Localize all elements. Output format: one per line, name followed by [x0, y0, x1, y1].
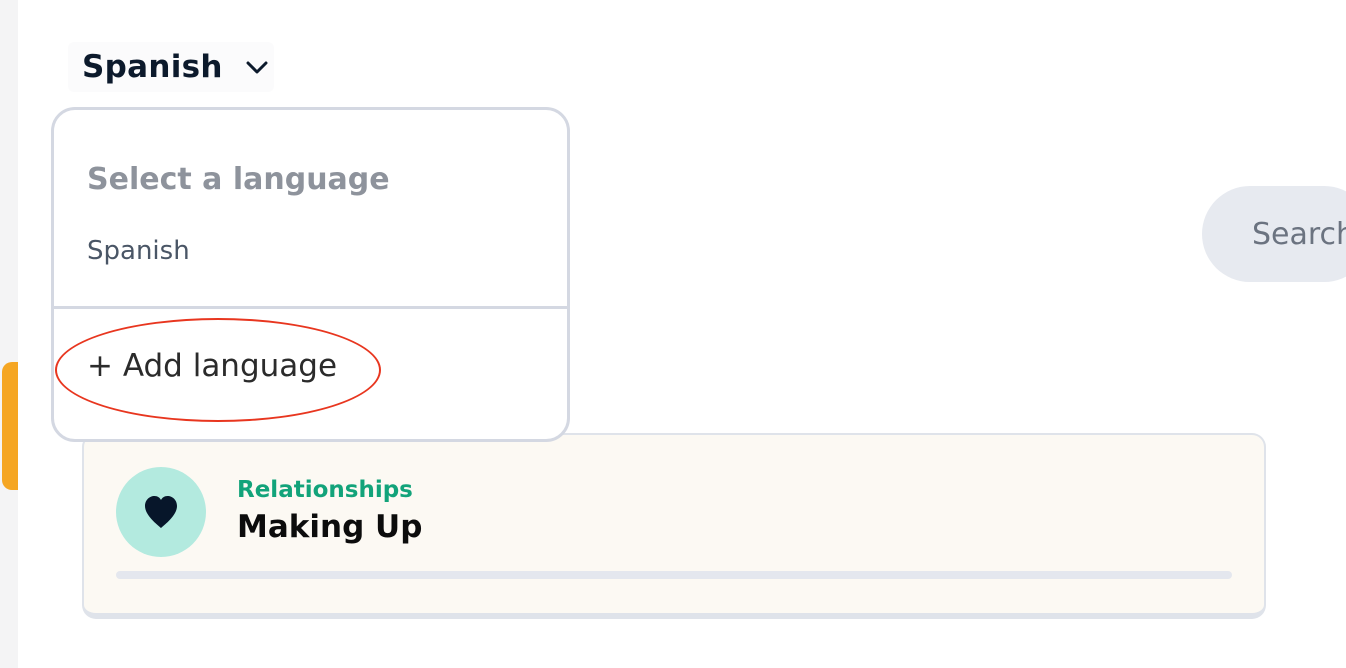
- language-dropdown: Select a language Spanish + Add language: [51, 107, 570, 442]
- dropdown-divider: [54, 306, 567, 309]
- dropdown-header: Select a language: [87, 162, 390, 197]
- side-tab[interactable]: [2, 362, 18, 490]
- lesson-progress-bar: [116, 571, 1232, 579]
- lesson-category: Relationships: [237, 477, 413, 503]
- page: Spanish Select a language Spanish + Add …: [0, 0, 1346, 668]
- language-selector[interactable]: Spanish: [68, 42, 274, 92]
- language-option-spanish[interactable]: Spanish: [87, 236, 190, 266]
- left-sidebar-edge: [0, 0, 18, 668]
- add-language-button[interactable]: + Add language: [87, 348, 337, 384]
- search-input[interactable]: [1252, 216, 1346, 252]
- language-selector-label: Spanish: [82, 49, 223, 85]
- lesson-title: Making Up: [237, 509, 423, 545]
- lesson-card[interactable]: Relationships Making Up: [82, 433, 1266, 619]
- lesson-icon-badge: [116, 467, 206, 557]
- heart-icon: [145, 496, 177, 528]
- chevron-down-icon: [246, 61, 268, 74]
- search-bar[interactable]: [1202, 186, 1346, 282]
